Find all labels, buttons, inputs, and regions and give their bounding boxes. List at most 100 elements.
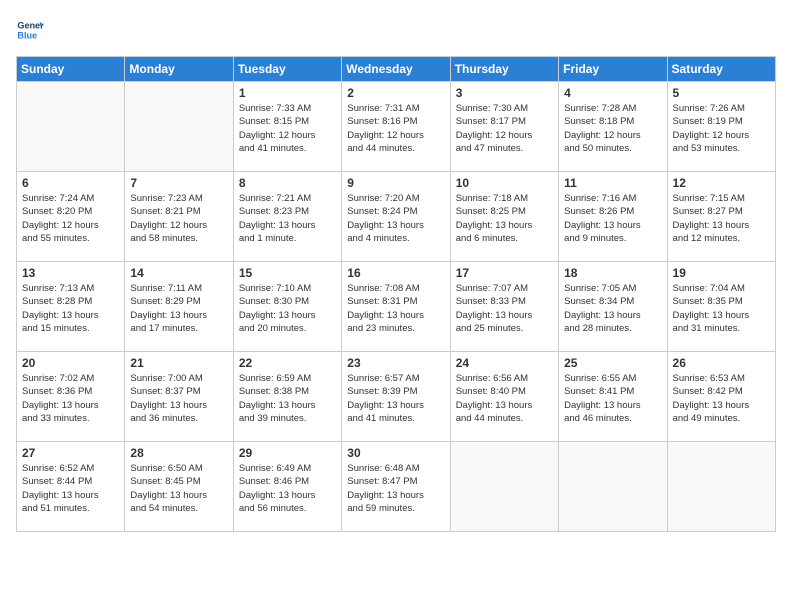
- calendar-cell: 6 Sunrise: 7:24 AMSunset: 8:20 PMDaylight…: [17, 172, 125, 262]
- day-number: 9: [347, 176, 444, 190]
- calendar-cell: 2 Sunrise: 7:31 AMSunset: 8:16 PMDaylight…: [342, 82, 450, 172]
- day-info: Sunrise: 7:31 AMSunset: 8:16 PMDaylight:…: [347, 102, 444, 155]
- calendar-cell: 24 Sunrise: 6:56 AMSunset: 8:40 PMDayligh…: [450, 352, 558, 442]
- day-info: Sunrise: 7:00 AMSunset: 8:37 PMDaylight:…: [130, 372, 227, 425]
- day-info: Sunrise: 7:33 AMSunset: 8:15 PMDaylight:…: [239, 102, 336, 155]
- day-info: Sunrise: 7:15 AMSunset: 8:27 PMDaylight:…: [673, 192, 770, 245]
- day-info: Sunrise: 7:08 AMSunset: 8:31 PMDaylight:…: [347, 282, 444, 335]
- calendar-cell: 12 Sunrise: 7:15 AMSunset: 8:27 PMDayligh…: [667, 172, 775, 262]
- calendar-cell: 10Sunrise: 7:18 AMSunset: 8:25 PMDayligh…: [450, 172, 558, 262]
- day-info: Sunrise: 6:49 AMSunset: 8:46 PMDaylight:…: [239, 462, 336, 515]
- day-info: Sunrise: 6:50 AMSunset: 8:45 PMDaylight:…: [130, 462, 227, 515]
- calendar-cell: 20 Sunrise: 7:02 AMSunset: 8:36 PMDayligh…: [17, 352, 125, 442]
- calendar-week-row: 1 Sunrise: 7:33 AMSunset: 8:15 PMDaylight…: [17, 82, 776, 172]
- weekday-header-row: SundayMondayTuesdayWednesdayThursdayFrid…: [17, 57, 776, 82]
- calendar-cell: 28 Sunrise: 6:50 AMSunset: 8:45 PMDayligh…: [125, 442, 233, 532]
- svg-text:Blue: Blue: [17, 30, 37, 40]
- day-number: 11: [564, 176, 661, 190]
- day-number: 29: [239, 446, 336, 460]
- calendar-week-row: 20 Sunrise: 7:02 AMSunset: 8:36 PMDayligh…: [17, 352, 776, 442]
- day-info: Sunrise: 7:23 AMSunset: 8:21 PMDaylight:…: [130, 192, 227, 245]
- day-info: Sunrise: 7:30 AMSunset: 8:17 PMDaylight:…: [456, 102, 553, 155]
- calendar-cell: 7 Sunrise: 7:23 AMSunset: 8:21 PMDaylight…: [125, 172, 233, 262]
- weekday-header: Tuesday: [233, 57, 341, 82]
- calendar-table: SundayMondayTuesdayWednesdayThursdayFrid…: [16, 56, 776, 532]
- calendar-cell: 22 Sunrise: 6:59 AMSunset: 8:38 PMDayligh…: [233, 352, 341, 442]
- day-number: 12: [673, 176, 770, 190]
- calendar-cell: 18 Sunrise: 7:05 AMSunset: 8:34 PMDayligh…: [559, 262, 667, 352]
- calendar-cell: [559, 442, 667, 532]
- weekday-header: Friday: [559, 57, 667, 82]
- calendar-cell: [17, 82, 125, 172]
- day-info: Sunrise: 7:16 AMSunset: 8:26 PMDaylight:…: [564, 192, 661, 245]
- weekday-header: Saturday: [667, 57, 775, 82]
- weekday-header: Thursday: [450, 57, 558, 82]
- day-info: Sunrise: 6:53 AMSunset: 8:42 PMDaylight:…: [673, 372, 770, 425]
- day-number: 5: [673, 86, 770, 100]
- calendar-cell: 29 Sunrise: 6:49 AMSunset: 8:46 PMDayligh…: [233, 442, 341, 532]
- day-info: Sunrise: 7:02 AMSunset: 8:36 PMDaylight:…: [22, 372, 119, 425]
- logo-icon: General Blue: [16, 16, 44, 44]
- day-number: 1: [239, 86, 336, 100]
- day-number: 7: [130, 176, 227, 190]
- day-info: Sunrise: 7:05 AMSunset: 8:34 PMDaylight:…: [564, 282, 661, 335]
- day-info: Sunrise: 7:10 AMSunset: 8:30 PMDaylight:…: [239, 282, 336, 335]
- calendar-cell: 27Sunrise: 6:52 AMSunset: 8:44 PMDayligh…: [17, 442, 125, 532]
- day-info: Sunrise: 7:28 AMSunset: 8:18 PMDaylight:…: [564, 102, 661, 155]
- calendar-cell: 4 Sunrise: 7:28 AMSunset: 8:18 PMDaylight…: [559, 82, 667, 172]
- weekday-header: Sunday: [17, 57, 125, 82]
- day-number: 2: [347, 86, 444, 100]
- day-info: Sunrise: 6:59 AMSunset: 8:38 PMDaylight:…: [239, 372, 336, 425]
- calendar-cell: 9 Sunrise: 7:20 AMSunset: 8:24 PMDaylight…: [342, 172, 450, 262]
- day-number: 20: [22, 356, 119, 370]
- day-info: Sunrise: 7:21 AMSunset: 8:23 PMDaylight:…: [239, 192, 336, 245]
- day-number: 27: [22, 446, 119, 460]
- day-number: 28: [130, 446, 227, 460]
- logo: General Blue: [16, 16, 48, 44]
- day-number: 15: [239, 266, 336, 280]
- calendar-cell: 17 Sunrise: 7:07 AMSunset: 8:33 PMDayligh…: [450, 262, 558, 352]
- calendar-cell: 5Sunrise: 7:26 AMSunset: 8:19 PMDaylight…: [667, 82, 775, 172]
- day-number: 18: [564, 266, 661, 280]
- day-info: Sunrise: 7:18 AMSunset: 8:25 PMDaylight:…: [456, 192, 553, 245]
- day-number: 23: [347, 356, 444, 370]
- calendar-cell: 16 Sunrise: 7:08 AMSunset: 8:31 PMDayligh…: [342, 262, 450, 352]
- day-info: Sunrise: 7:13 AMSunset: 8:28 PMDaylight:…: [22, 282, 119, 335]
- day-number: 24: [456, 356, 553, 370]
- calendar-week-row: 27Sunrise: 6:52 AMSunset: 8:44 PMDayligh…: [17, 442, 776, 532]
- day-info: Sunrise: 7:20 AMSunset: 8:24 PMDaylight:…: [347, 192, 444, 245]
- calendar-cell: 13 Sunrise: 7:13 AMSunset: 8:28 PMDayligh…: [17, 262, 125, 352]
- day-info: Sunrise: 7:11 AMSunset: 8:29 PMDaylight:…: [130, 282, 227, 335]
- day-number: 3: [456, 86, 553, 100]
- day-info: Sunrise: 6:48 AMSunset: 8:47 PMDaylight:…: [347, 462, 444, 515]
- day-number: 6: [22, 176, 119, 190]
- day-info: Sunrise: 7:07 AMSunset: 8:33 PMDaylight:…: [456, 282, 553, 335]
- day-number: 19: [673, 266, 770, 280]
- day-info: Sunrise: 7:24 AMSunset: 8:20 PMDaylight:…: [22, 192, 119, 245]
- weekday-header: Monday: [125, 57, 233, 82]
- calendar-cell: [125, 82, 233, 172]
- calendar-cell: 1 Sunrise: 7:33 AMSunset: 8:15 PMDaylight…: [233, 82, 341, 172]
- calendar-cell: 15 Sunrise: 7:10 AMSunset: 8:30 PMDayligh…: [233, 262, 341, 352]
- day-number: 22: [239, 356, 336, 370]
- calendar-cell: 19Sunrise: 7:04 AMSunset: 8:35 PMDayligh…: [667, 262, 775, 352]
- day-number: 26: [673, 356, 770, 370]
- day-number: 4: [564, 86, 661, 100]
- page-header: General Blue: [16, 16, 776, 44]
- day-info: Sunrise: 6:57 AMSunset: 8:39 PMDaylight:…: [347, 372, 444, 425]
- day-number: 30: [347, 446, 444, 460]
- calendar-week-row: 13 Sunrise: 7:13 AMSunset: 8:28 PMDayligh…: [17, 262, 776, 352]
- calendar-cell: 23 Sunrise: 6:57 AMSunset: 8:39 PMDayligh…: [342, 352, 450, 442]
- calendar-cell: 26 Sunrise: 6:53 AMSunset: 8:42 PMDayligh…: [667, 352, 775, 442]
- day-number: 16: [347, 266, 444, 280]
- day-number: 8: [239, 176, 336, 190]
- day-info: Sunrise: 6:56 AMSunset: 8:40 PMDaylight:…: [456, 372, 553, 425]
- day-number: 25: [564, 356, 661, 370]
- calendar-cell: 21Sunrise: 7:00 AMSunset: 8:37 PMDayligh…: [125, 352, 233, 442]
- calendar-cell: [667, 442, 775, 532]
- day-number: 13: [22, 266, 119, 280]
- calendar-cell: 14Sunrise: 7:11 AMSunset: 8:29 PMDayligh…: [125, 262, 233, 352]
- calendar-week-row: 6 Sunrise: 7:24 AMSunset: 8:20 PMDaylight…: [17, 172, 776, 262]
- day-info: Sunrise: 6:55 AMSunset: 8:41 PMDaylight:…: [564, 372, 661, 425]
- day-number: 17: [456, 266, 553, 280]
